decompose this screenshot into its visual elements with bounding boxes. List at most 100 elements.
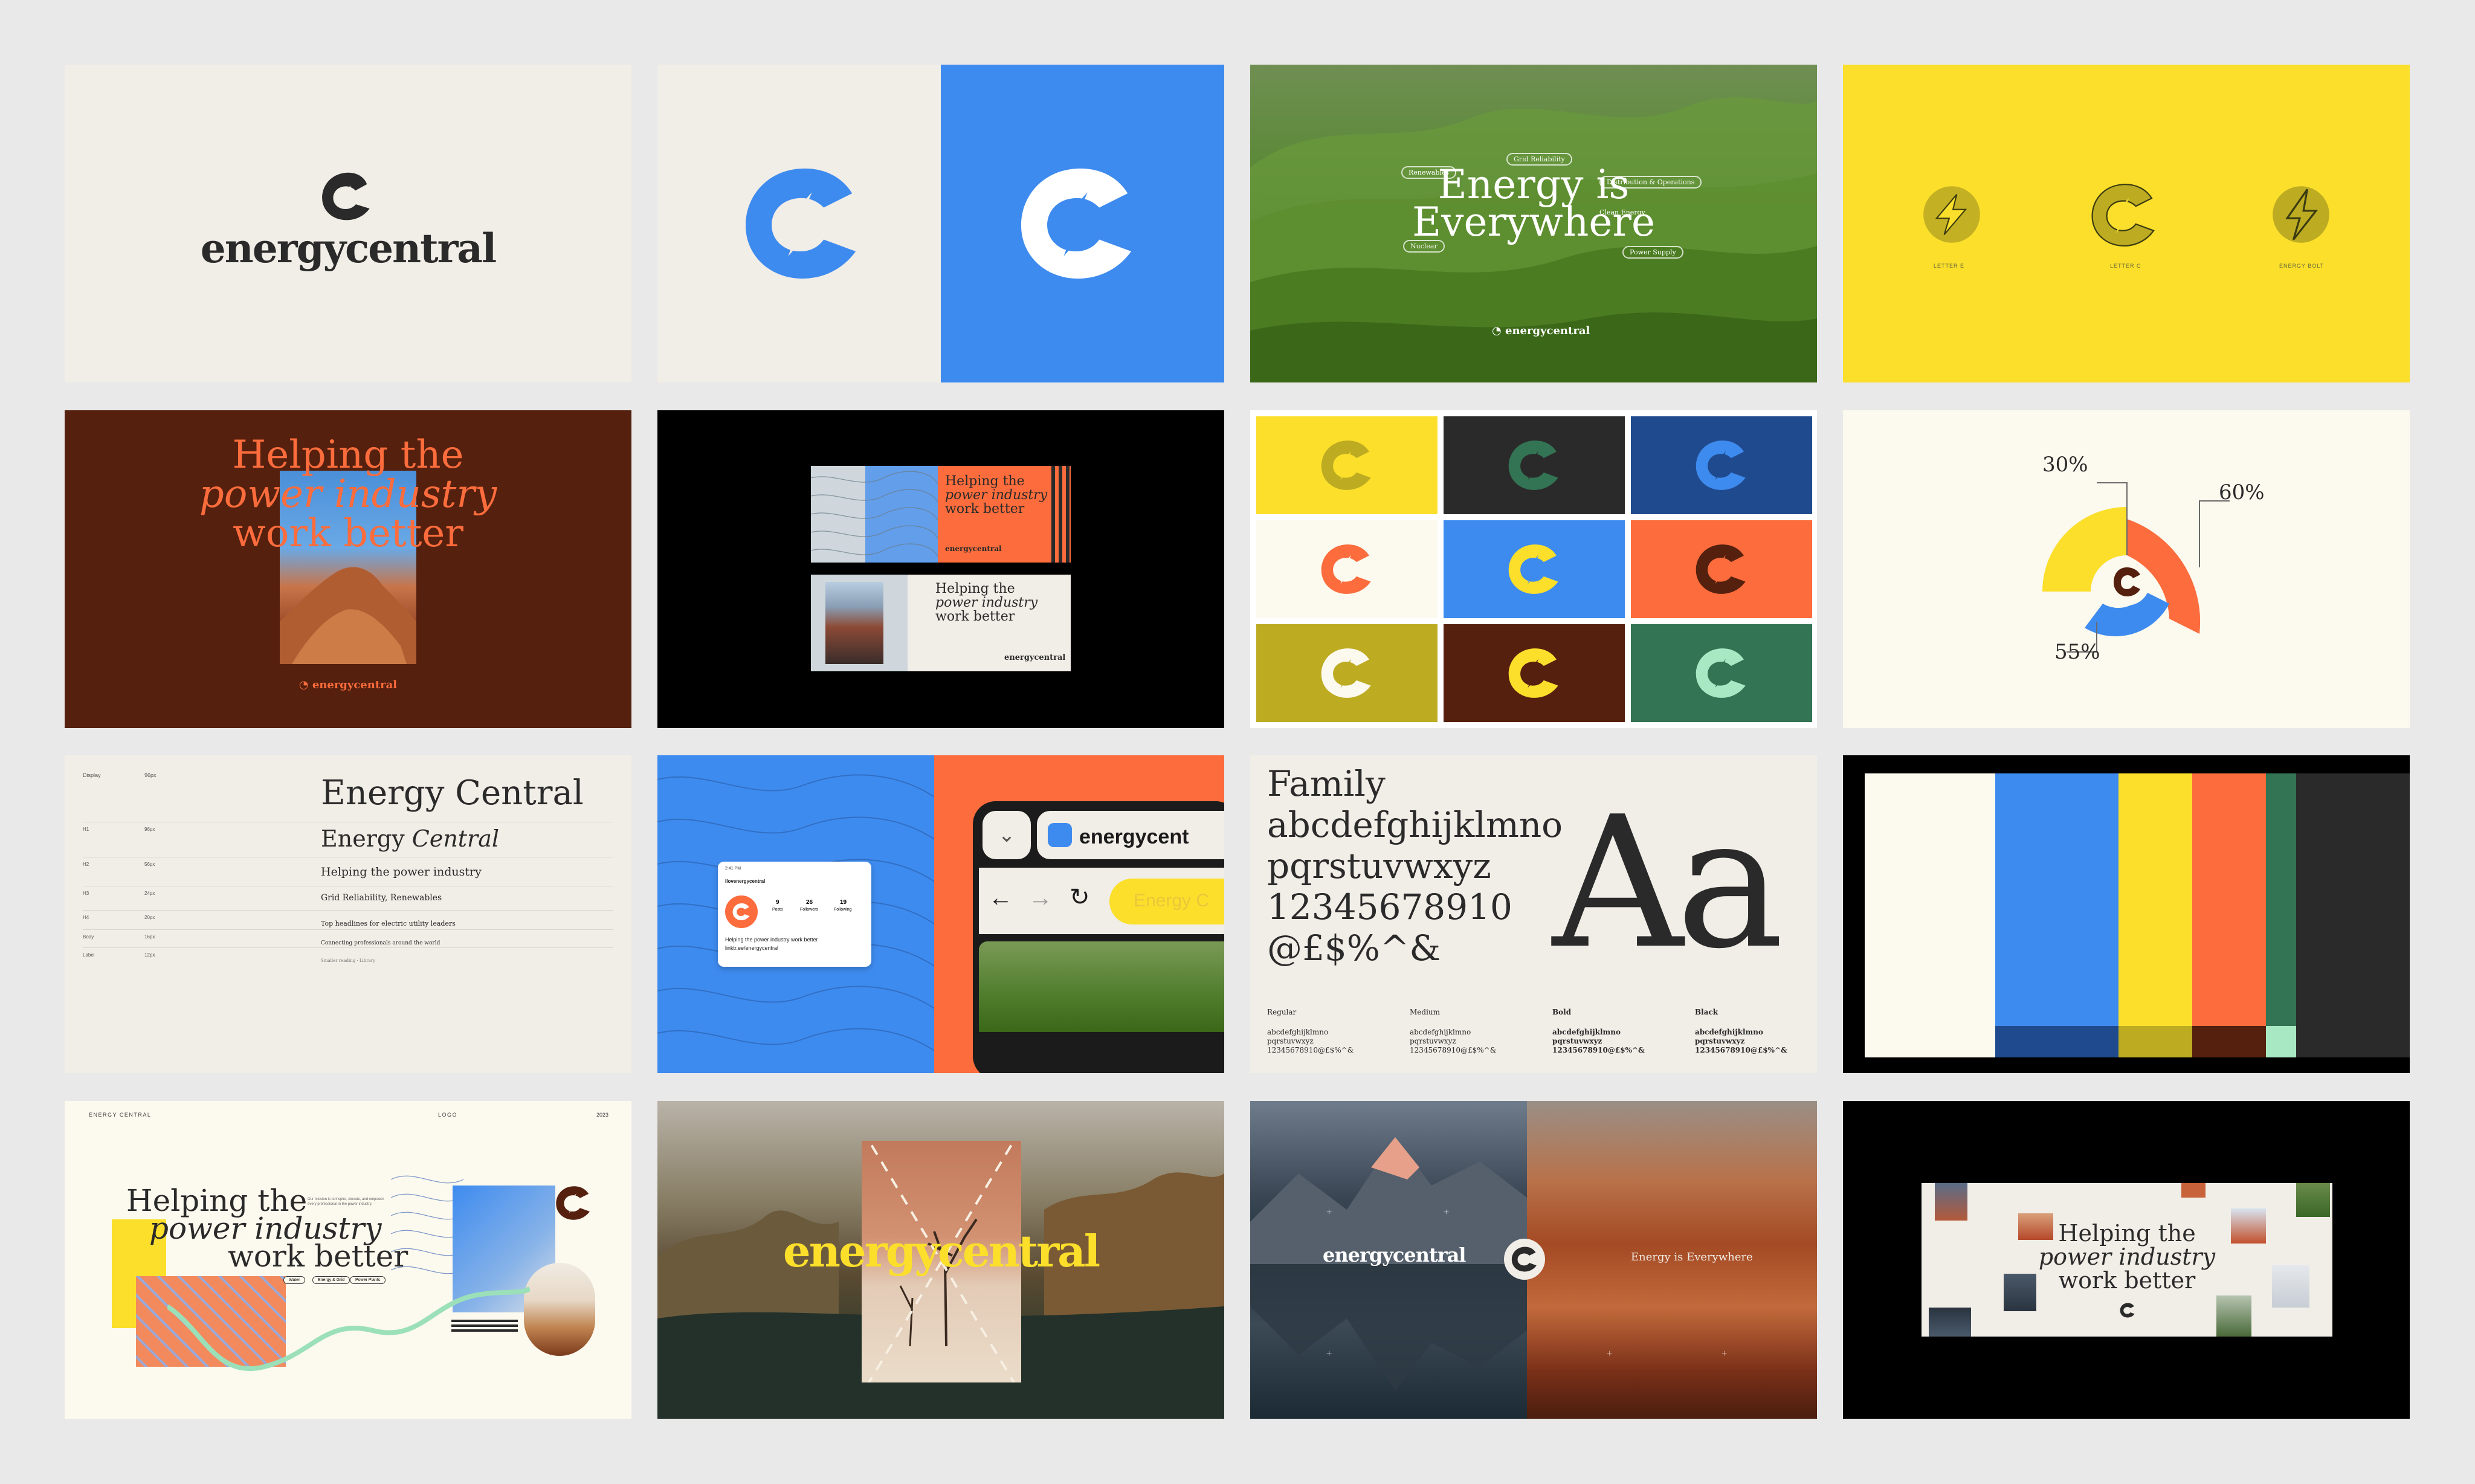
small-logo-icon: ◔ <box>1492 324 1502 337</box>
weight-c: 12345678910@£$%^& <box>1552 1046 1645 1054</box>
site-nav-left[interactable]: ENERGY CENTRAL <box>89 1112 151 1118</box>
tag-power-supply: Power Supply <box>1622 246 1683 259</box>
road-photo <box>811 575 908 671</box>
poster-logo-icon: ◔ <box>298 679 309 691</box>
tile-website: ENERGY CENTRAL LOGO 2023 Helping the pow… <box>65 1101 631 1419</box>
type-sample-body: Top headlines for electric utility leade… <box>321 920 456 928</box>
swatch-logo-icon <box>1696 648 1746 698</box>
type-scale-size: 20px <box>144 915 155 920</box>
browser-hills-image <box>979 941 1224 1032</box>
browser-favicon <box>1048 823 1072 847</box>
weight-a: abcdefghijklmno <box>1695 1028 1763 1036</box>
type-scale-divider <box>83 929 613 930</box>
type-scale-label: Body <box>83 934 94 940</box>
poster-brand: energycentral <box>312 679 398 691</box>
weight-a: abcdefghijklmno <box>1267 1028 1329 1036</box>
reload-icon[interactable]: ↻ <box>1070 883 1090 911</box>
collage-line2: power industry <box>2038 1244 2216 1270</box>
banner-2: Helping the power industry work better e… <box>811 575 1071 671</box>
letter-e-glyph-icon <box>1923 186 1980 243</box>
weight-b: pqrstuvwxyz <box>1267 1037 1314 1045</box>
banner-1-line3: work better <box>945 502 1025 517</box>
browser-menu-button[interactable]: ⌄ <box>983 811 1031 859</box>
color-swatch-3 <box>1631 416 1812 514</box>
desert-wordmark: energycentral <box>783 1225 1100 1277</box>
weight-b: pqrstuvwxyz <box>1552 1037 1602 1045</box>
tile-palette <box>1843 755 2410 1073</box>
grid-mark-1: + <box>1326 1207 1332 1218</box>
typeface-specimen-aa: Aa <box>1552 778 1784 989</box>
palette-bar-base <box>2266 1026 2296 1057</box>
banner-2-line1: Helping the <box>935 581 1015 596</box>
weight-c: 12345678910@£$%^& <box>1695 1046 1787 1054</box>
swatch-logo-icon <box>1508 544 1558 594</box>
grid-mark-5: + <box>1722 1349 1728 1359</box>
type-sample-display: Energy Central <box>321 773 584 813</box>
tile-logo-cream: energycentral <box>65 65 631 382</box>
stat-posts-n: 9 <box>776 899 779 906</box>
weight-a: abcdefghijklmno <box>1552 1028 1621 1036</box>
color-swatch-6 <box>1631 520 1812 618</box>
palette-bar-2 <box>1995 773 2118 1057</box>
type-scale-divider <box>83 910 613 911</box>
type-scale-head-col1: Display <box>83 772 101 778</box>
color-swatch-7 <box>1256 624 1438 722</box>
site-logo-icon <box>556 1186 590 1220</box>
typeface-weight-bold: Bold abcdefghijklmno pqrstuvwxyz 1234567891… <box>1552 1008 1645 1055</box>
chip-energy-grid[interactable]: Energy & Grid <box>312 1276 350 1284</box>
swatch-logo-icon <box>1321 648 1371 698</box>
thumb-9 <box>2181 1183 2206 1198</box>
type-sample-h3: Helping the power industry <box>321 865 482 879</box>
profile-time: 2:41 PM <box>725 866 741 871</box>
poster-footer: ◔ energycentral <box>65 679 631 691</box>
tile-type-scale: Display 96px Energy Central H1 96px H2 56px… <box>65 755 631 1073</box>
energycentral-logo-icon <box>322 172 370 221</box>
tile-desert-wordmark: energycentral <box>657 1101 1224 1419</box>
tile-collage-banner: Helping the power industry work better <box>1843 1101 2410 1419</box>
stat-posts-l: Posts <box>772 908 783 912</box>
typeface-line: pqrstuvwxyz <box>1267 845 1491 886</box>
typeface-weight-medium: Medium abcdefghijklmno pqrstuvwxyz 12345678… <box>1410 1008 1496 1055</box>
letter-c-glyph-icon <box>2091 184 2155 247</box>
tile-social-browser: 2:41 PM ilovenergycentral 9 Posts 26 Fol… <box>657 755 1224 1073</box>
weight-b: pqrstuvwxyz <box>1410 1037 1456 1045</box>
grid-mark-3: + <box>1326 1349 1332 1359</box>
chip-power-plants[interactable]: Power Plants <box>350 1276 386 1284</box>
type-sample-caption: Smaller reading · Library <box>321 958 376 963</box>
browser-cta-button[interactable]: Energy C <box>1109 879 1224 924</box>
back-arrow-icon[interactable]: ← <box>989 885 1013 912</box>
typeface-line: @£$%^& <box>1267 928 1441 969</box>
weight-a: abcdefghijklmno <box>1410 1028 1471 1036</box>
stat-followers-l: Followers <box>800 908 818 912</box>
swatch-logo-icon <box>1321 544 1371 594</box>
swatch-logo-icon <box>1321 440 1371 490</box>
forward-arrow-icon[interactable]: → <box>1028 885 1053 912</box>
hero-title-line2: Everywhere <box>1412 199 1656 245</box>
river-line <box>167 1286 530 1372</box>
color-swatch-4 <box>1256 520 1438 618</box>
palette-bar-6 <box>2296 773 2410 1057</box>
topo-pattern <box>811 466 938 563</box>
collage-line1: Helping the <box>2058 1220 2196 1247</box>
site-nav-mid[interactable]: LOGO <box>438 1112 457 1118</box>
h2-plain: Energy <box>321 825 412 852</box>
chip-water[interactable]: Water <box>283 1276 306 1284</box>
color-swatch-1 <box>1256 416 1438 514</box>
grid-mark-2: + <box>1444 1207 1450 1218</box>
type-scale-size: 24px <box>144 891 155 896</box>
swatch-logo-icon <box>1696 544 1746 594</box>
type-scale-label: Label <box>83 952 95 958</box>
type-scale-size: 96px <box>144 827 155 832</box>
stat-followers-n: 26 <box>806 899 813 906</box>
color-swatch-2 <box>1444 416 1625 514</box>
tile-mountain-split: + + + + + energycentral Energy is Everyw… <box>1250 1101 1817 1419</box>
typeface-weight-regular: Regular abcdefghijklmno pqrstuvwxyz 1234567… <box>1267 1008 1354 1055</box>
swatch-logo-icon <box>1508 648 1558 698</box>
thumb-4 <box>2296 1183 2330 1217</box>
banner-1-stripes <box>1051 466 1071 563</box>
desert-photo <box>524 1263 595 1356</box>
thumb-1 <box>1935 1183 1967 1221</box>
weight-c: 12345678910@£$%^& <box>1410 1046 1497 1054</box>
thumb-7 <box>2216 1295 2251 1337</box>
browser-window: ⌄ energycent ← → ↻ Energy C <box>973 801 1224 1073</box>
